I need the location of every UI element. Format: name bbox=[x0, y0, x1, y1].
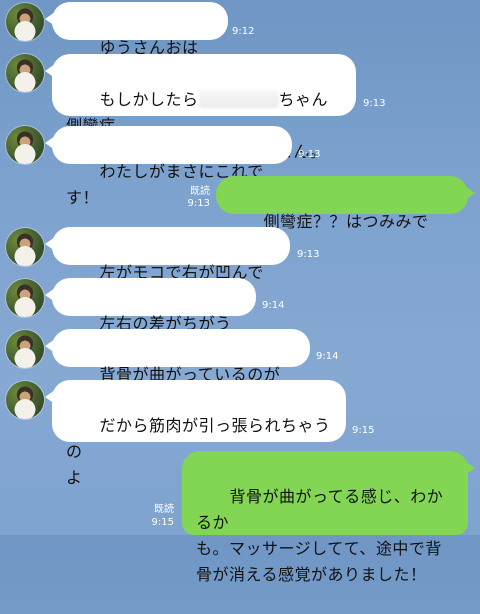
message-text-before-redaction: もしかしたら bbox=[99, 90, 199, 109]
incoming-message-bubble[interactable]: だから筋肉が引っ張られちゃうの よ bbox=[45, 380, 346, 487]
incoming-message-bubble[interactable]: もしかしたらちゃん側彎症 (そくわん)があるかもしれません。 bbox=[45, 54, 356, 161]
incoming-message-bubble[interactable]: 左右の差がちがうの。 bbox=[45, 278, 256, 359]
message-timestamp: 9:14 bbox=[316, 351, 339, 362]
message-timestamp: 9:15 bbox=[352, 425, 375, 436]
outgoing-message-bubble[interactable]: 側彎症？？はつみみです！！ bbox=[216, 176, 475, 257]
incoming-message-bubble[interactable]: ゆうさんおはよう bbox=[45, 2, 228, 83]
contact-avatar[interactable] bbox=[6, 279, 44, 317]
message-timestamp: 9:12 bbox=[232, 26, 255, 37]
contact-avatar[interactable] bbox=[6, 126, 44, 164]
contact-avatar[interactable] bbox=[6, 381, 44, 419]
incoming-message-bubble[interactable]: わたしがまさにこれです！ bbox=[45, 126, 292, 207]
message-timestamp: 9:13 bbox=[363, 98, 386, 109]
incoming-message-bubble[interactable]: 左がモコで右が凹んでいる bbox=[45, 227, 290, 308]
message-timestamp: 9:13 bbox=[297, 249, 320, 260]
incoming-message-bubble[interactable]: 背骨が曲がっているのが原因 bbox=[45, 329, 310, 410]
message-timestamp: 9:13 bbox=[298, 149, 321, 160]
contact-avatar[interactable] bbox=[6, 3, 44, 41]
outgoing-message-bubble[interactable]: 背骨が曲がってる感じ、わかるか も。マッサージしてて、途中で背 骨が消える感覚が… bbox=[182, 451, 475, 584]
contact-avatar[interactable] bbox=[6, 330, 44, 368]
chat-area: ゆうさんおはよう 9:12 もしかしたらちゃん側彎症 (そくわん)があるかもしれ… bbox=[0, 0, 480, 584]
message-timestamp: 9:14 bbox=[262, 300, 285, 311]
contact-avatar[interactable] bbox=[6, 228, 44, 266]
redacted-name bbox=[198, 90, 279, 108]
message-timestamp: 9:13 bbox=[187, 198, 210, 209]
contact-avatar[interactable] bbox=[6, 54, 44, 92]
message-text: 背骨が曲がってる感じ、わかるか も。マッサージしてて、途中で背 骨が消える感覚が… bbox=[196, 487, 444, 584]
message-timestamp: 9:15 bbox=[151, 517, 174, 528]
read-receipt: 既読 bbox=[154, 504, 174, 515]
